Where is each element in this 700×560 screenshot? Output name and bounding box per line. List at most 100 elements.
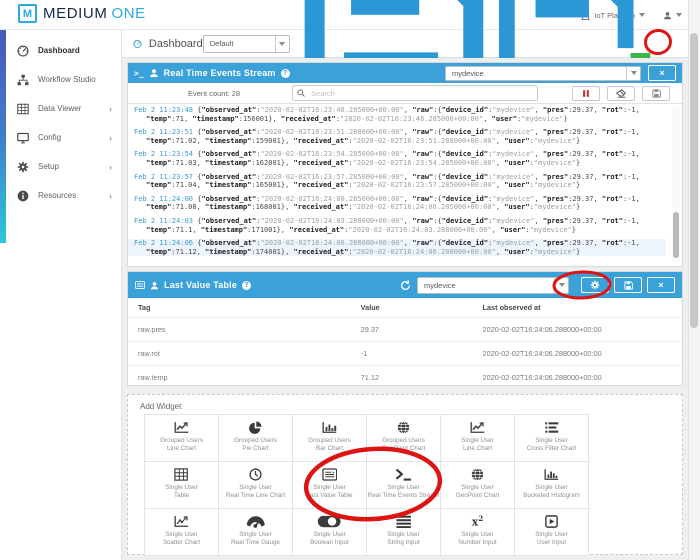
widget-icon [174,420,189,435]
dashboard-select[interactable]: Default [203,35,290,53]
widget-label-line1: Single User [387,531,420,539]
close-icon: × [658,281,663,290]
help-icon[interactable]: ? [242,281,251,290]
add-widget-button[interactable]: Single User GeoPoint Chart [441,462,515,509]
widget-label-line2: Bucketed Histogram [523,492,580,500]
widget-icon [397,420,410,435]
add-widget-button[interactable]: Grouped Users GeoPoint Chart [367,415,441,462]
clear-stream-button[interactable] [607,86,635,101]
widget-label-line2: Real Time Gauge [231,539,280,547]
add-widget-button[interactable]: Single User Boolean Input [293,509,367,556]
widget-label-line2: Last Value Table [307,492,353,500]
cell-value: 71.12 [361,373,483,382]
sidebar-item[interactable]: Data Viewer › [0,94,122,123]
export-stream-button[interactable] [642,86,670,101]
sidebar-item-icon [17,190,29,202]
widget-icon [249,420,262,435]
table-row: raw.pres 29.37 2020-02-02T16:24:06.28800… [128,317,682,341]
add-widget-button[interactable]: Single User String Input [367,509,441,556]
widget-label-line1: Single User [461,531,494,539]
events-device-select-value: mydevice [446,67,626,80]
add-widget-button[interactable]: Single User Line Chart [441,415,515,462]
add-widget-button[interactable]: Grouped Users Pie Chart [219,415,293,462]
search-input[interactable] [309,86,533,100]
add-widget-button[interactable]: Single User Last Value Table [293,462,367,509]
event-count: Event count: 28 [158,89,270,98]
help-icon[interactable]: ? [281,69,290,78]
sidebar-item[interactable]: Resources › [0,181,122,210]
sidebar-item-label: Resources [38,191,76,200]
widget-label-line2: Real Time Events Stream [368,492,439,500]
widget-label-line2: Number Input [458,539,496,547]
widget-icon: x2 [472,514,483,529]
widget-icon [246,514,266,529]
events-device-select[interactable]: mydevice [445,66,641,81]
widget-label-line2: GeoPoint Chart [456,492,499,500]
add-widget-button[interactable]: Single User Real Time Gauge [219,509,293,556]
dashboard-icon [133,37,142,51]
column-header-value: Value [361,303,483,312]
add-widget-button[interactable]: Single User Bucketed Histogram [515,462,589,509]
brand-logo: M MEDIUM ONE [18,4,146,23]
widget-icon [322,420,337,435]
events-panel-title: Real Time Events Stream [164,68,276,78]
page-scrollbar-thumb[interactable] [690,33,698,328]
add-widget-button[interactable]: Single User Real Time Line Chart [219,462,293,509]
lvt-table-body: raw.pres 29.37 2020-02-02T16:24:06.28800… [128,317,682,389]
lvt-save-button[interactable] [614,277,642,293]
chevron-right-icon: › [109,133,112,143]
cell-last-observed: 2020-02-02T16:24:06.288000+00:00 [483,349,682,358]
widget-label-line2: Pie Chart [242,445,268,453]
add-widget-section: Add Widget Grouped Users Line Chart Grou… [127,394,683,555]
log-entry-time: Feb 2 11:23:57 [134,173,193,181]
sidebar-nav: Dashboard › Workflow Studio › Data Viewe… [0,36,122,210]
widget-icon [249,467,262,482]
log-entry: Feb 2 11:24:03 {"observed_at":"2020-02-0… [128,217,666,234]
sidebar-item[interactable]: Dashboard › [0,36,122,65]
events-close-button[interactable]: × [648,65,676,81]
widget-icon [471,467,484,482]
log-entry: Feb 2 11:24:06 {"observed_at":"2020-02-0… [128,239,666,256]
widget-label-line2: GeoPoint Chart [382,445,425,453]
add-widget-button[interactable]: Single User Table [145,462,219,509]
add-widget-button[interactable]: Single User Cross Filter Chart [515,415,589,462]
add-widget-button[interactable]: Grouped Users Bar Chart [293,415,367,462]
widget-label-line1: Single User [535,531,568,539]
user-icon [150,281,159,290]
widget-label-line1: Single User [239,484,272,492]
sidebar-item[interactable]: Setup › [0,152,122,181]
refresh-icon[interactable] [400,280,411,291]
widget-icon [544,420,560,435]
widget-label-line1: Single User [313,484,346,492]
widget-label-line2: Scatter Chart [163,539,200,547]
add-widget-button[interactable]: Single User User Input [515,509,589,556]
brand-medium: MEDIUM [43,5,107,22]
widget-label-line1: Single User [387,484,420,492]
widget-label-line2: Cross Filter Chart [527,445,576,453]
user-icon [149,68,159,78]
lvt-settings-button[interactable] [581,277,609,293]
widget-icon [395,467,412,482]
add-widget-button[interactable]: Single User Real Time Events Stream [367,462,441,509]
log-entry-time: Feb 2 11:23:54 [134,150,193,158]
add-widget-button[interactable]: x2 Single User Number Input [441,509,515,556]
chevron-down-icon [279,42,285,46]
lvt-close-button[interactable]: × [647,277,675,293]
lvt-device-select-value: mydevice [418,278,554,293]
sidebar-item[interactable]: Config › [0,123,122,152]
gear-icon [590,280,600,290]
cell-tag: raw.pres [128,325,361,334]
events-search [292,85,538,101]
lvt-column-headers: Tag Value Last observed at [128,298,682,317]
chevron-right-icon: › [109,191,112,201]
log-scrollbar-thumb[interactable] [673,212,679,258]
pause-stream-button[interactable] [572,86,600,101]
add-widget-button[interactable]: Single User Scatter Chart [145,509,219,556]
widget-icon [317,514,341,529]
widget-label-line2: Boolean Input [310,539,349,547]
widget-label-line2: Bar Chart [316,445,343,453]
log-entry-time: Feb 2 11:23:51 [134,128,193,136]
lvt-device-select[interactable]: mydevice [417,277,569,294]
sidebar-item[interactable]: Workflow Studio › [0,65,122,94]
add-widget-button[interactable]: Grouped Users Line Chart [145,415,219,462]
